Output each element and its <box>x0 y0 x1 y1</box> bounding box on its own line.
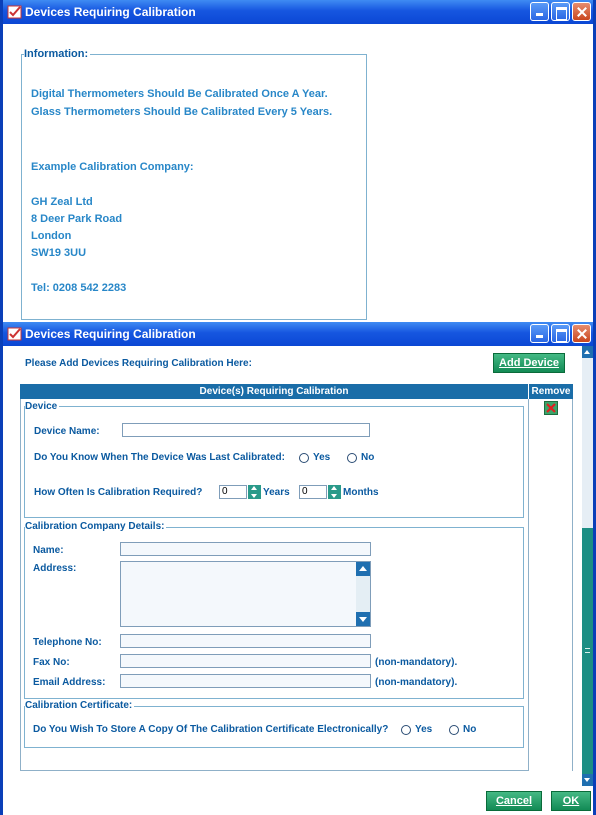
remove-column-header: Remove <box>529 384 573 399</box>
certificate-question: Do You Wish To Store A Copy Of The Calib… <box>33 724 389 735</box>
devices-window: Devices Requiring Calibration Please Add… <box>0 322 596 815</box>
scroll-grip-icon <box>585 648 590 653</box>
device-group-title: Device <box>25 401 60 412</box>
months-spinner-input[interactable]: 0 <box>299 485 327 499</box>
certificate-group-title: Calibration Certificate: <box>25 700 135 711</box>
devices-table-header: Device(s) Requiring Calibration <box>20 384 528 399</box>
months-label: Months <box>343 487 379 498</box>
info-line-telephone: Tel: 0208 542 2283 <box>31 282 127 294</box>
remove-device-icon[interactable] <box>544 401 558 415</box>
information-group-title: Information: <box>24 48 91 60</box>
add-devices-prompt: Please Add Devices Requiring Calibration… <box>25 358 252 369</box>
add-device-button[interactable]: Add Device <box>493 353 565 373</box>
years-label: Years <box>263 487 290 498</box>
company-details-group-title: Calibration Company Details: <box>25 521 167 532</box>
months-spinner-arrows[interactable] <box>328 485 341 499</box>
info-window: Devices Requiring Calibration Informatio… <box>0 0 596 322</box>
address-scroll-up-button[interactable] <box>356 562 370 576</box>
info-line-company-name: GH Zeal Ltd <box>31 196 93 208</box>
info-window-titlebar[interactable]: Devices Requiring Calibration <box>3 0 593 24</box>
fax-label: Fax No: <box>33 657 70 668</box>
email-label: Email Address: <box>33 677 106 688</box>
certificate-no-radio[interactable] <box>449 725 459 735</box>
telephone-input[interactable] <box>120 634 371 648</box>
telephone-label: Telephone No: <box>33 637 102 648</box>
minimize-button[interactable] <box>530 2 549 21</box>
device-name-input[interactable] <box>122 423 370 437</box>
devices-window-titlebar[interactable]: Devices Requiring Calibration <box>3 322 593 346</box>
maximize-button[interactable] <box>551 2 570 21</box>
calibration-frequency-label: How Often Is Calibration Required? <box>34 487 203 498</box>
address-scroll-down-button[interactable] <box>356 612 370 626</box>
ok-button[interactable]: OK <box>551 791 591 811</box>
devices-window-title: Devices Requiring Calibration <box>25 327 196 341</box>
checklist-app-icon <box>7 327 22 341</box>
form-scroll-thumb[interactable] <box>582 528 593 774</box>
email-input[interactable] <box>120 674 371 688</box>
certificate-yes-radio[interactable] <box>401 725 411 735</box>
company-name-label: Name: <box>33 545 64 556</box>
cancel-button[interactable]: Cancel <box>486 791 542 811</box>
fax-input[interactable] <box>120 654 371 668</box>
last-calibrated-yes-radio[interactable] <box>299 453 309 463</box>
form-scrollbar[interactable] <box>582 346 593 786</box>
last-calibrated-no-radio[interactable] <box>347 453 357 463</box>
minimize-button[interactable] <box>530 324 549 343</box>
certificate-yes-label: Yes <box>415 724 433 735</box>
years-spinner-input[interactable]: 0 <box>219 485 247 499</box>
company-name-input[interactable] <box>120 542 371 556</box>
checklist-app-icon <box>7 5 22 19</box>
info-line-postcode: SW19 3UU <box>31 247 87 259</box>
last-calibrated-yes-label: Yes <box>313 452 331 463</box>
last-calibrated-question: Do You Know When The Device Was Last Cal… <box>34 452 285 463</box>
email-non-mandatory-note: (non-mandatory). <box>375 677 458 688</box>
form-scroll-down-button[interactable] <box>582 774 593 786</box>
remove-column <box>528 399 573 771</box>
close-button[interactable] <box>572 2 591 21</box>
fax-non-mandatory-note: (non-mandatory). <box>375 657 458 668</box>
info-window-title: Devices Requiring Calibration <box>25 5 196 19</box>
years-spinner-arrows[interactable] <box>248 485 261 499</box>
info-line-glass: Glass Thermometers Should Be Calibrated … <box>31 106 333 118</box>
certificate-no-label: No <box>463 724 477 735</box>
last-calibrated-no-label: No <box>361 452 375 463</box>
address-label: Address: <box>33 563 77 574</box>
device-name-label: Device Name: <box>34 426 100 437</box>
form-scroll-up-button[interactable] <box>582 346 593 358</box>
info-line-digital: Digital Thermometers Should Be Calibrate… <box>31 88 328 100</box>
info-line-street: 8 Deer Park Road <box>31 213 123 225</box>
info-line-example-company: Example Calibration Company: <box>31 161 194 173</box>
info-line-city: London <box>31 230 72 242</box>
address-scrollbar[interactable] <box>356 562 370 626</box>
maximize-button[interactable] <box>551 324 570 343</box>
close-button[interactable] <box>572 324 591 343</box>
address-textarea[interactable] <box>120 561 371 627</box>
